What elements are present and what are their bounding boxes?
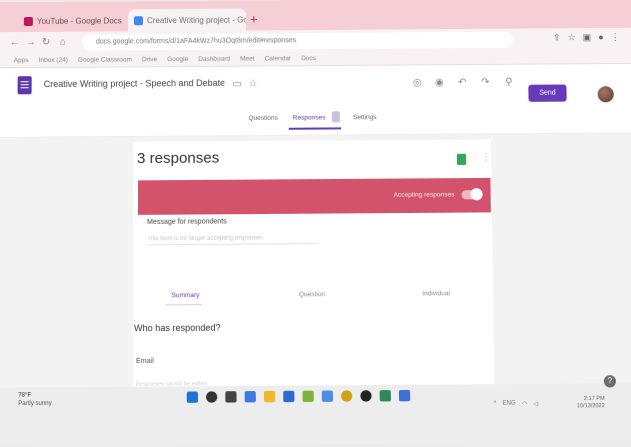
home-icon[interactable]: ⌂ xyxy=(60,37,66,48)
tray-language[interactable]: ENG xyxy=(502,401,515,408)
bookmark-item[interactable]: Inbox (24) xyxy=(39,57,68,64)
tab-individual[interactable]: Individual xyxy=(422,290,450,297)
bookmark-item[interactable]: Calendar xyxy=(265,55,291,62)
address-bar[interactable]: docs.google.com/forms/d/1aFA4kWz7hu3Oqt8… xyxy=(81,31,513,51)
forms-icon xyxy=(133,15,144,25)
weather-desc: Partly sunny xyxy=(18,400,52,408)
avatar[interactable] xyxy=(597,86,614,103)
windows-start-icon[interactable] xyxy=(186,391,198,403)
mail-icon[interactable] xyxy=(321,390,334,402)
toolbar-actions: ⇪ ☆ ▣ ● ⋮ xyxy=(553,32,620,43)
tab-question[interactable]: Question xyxy=(299,291,325,298)
reload-icon[interactable]: ↻ xyxy=(42,37,50,48)
clock-date: 10/13/2022 xyxy=(576,402,605,410)
form-tabs: Questions Responses Settings xyxy=(0,102,631,138)
back-icon[interactable]: ← xyxy=(10,37,20,48)
who-responded-heading: Who has responded? xyxy=(133,322,221,334)
share-icon[interactable]: ⇪ xyxy=(553,32,561,43)
accepting-label: Accepting responses xyxy=(393,191,455,199)
store-icon[interactable] xyxy=(302,390,314,403)
preview-icon[interactable]: ◉ xyxy=(435,77,444,88)
wifi-icon[interactable]: ◠ xyxy=(522,400,527,407)
email-label: Email xyxy=(136,357,154,366)
chrome-icon[interactable] xyxy=(341,390,353,402)
help-icon[interactable]: ? xyxy=(603,375,617,388)
widgets-icon[interactable] xyxy=(244,391,256,403)
app-icon[interactable] xyxy=(379,390,391,402)
new-tab-button[interactable]: + xyxy=(250,11,258,26)
taskbar-apps xyxy=(186,389,411,403)
tab-settings[interactable]: Settings xyxy=(353,114,377,121)
weather-widget[interactable]: 78°F Partly sunny xyxy=(18,391,52,408)
screen: YouTube - Google Docs ✕ Creative Writing… xyxy=(0,0,631,447)
chevron-up-icon[interactable]: ^ xyxy=(493,401,496,408)
bookmark-item[interactable]: Google Classroom xyxy=(78,56,132,63)
bookmark-item[interactable]: Apps xyxy=(14,57,29,64)
message-label: Message for respondents xyxy=(147,218,227,226)
bookmark-item[interactable]: Google xyxy=(167,56,188,63)
forward-icon[interactable]: → xyxy=(26,37,36,48)
accepting-toggle[interactable] xyxy=(461,190,482,200)
tab-questions[interactable]: Questions xyxy=(249,115,278,122)
file-explorer-icon[interactable] xyxy=(263,390,276,403)
profile-icon[interactable]: ● xyxy=(598,32,604,43)
weather-temp: 78°F xyxy=(18,392,32,399)
bookmark-item[interactable]: Docs xyxy=(301,55,316,62)
tab-summary[interactable]: Summary xyxy=(171,292,199,299)
link-icon[interactable]: ⚲ xyxy=(505,77,513,88)
tab-forms[interactable]: Creative Writing project - Google Forms … xyxy=(127,8,247,32)
tab-label: Creative Writing project - Google Forms xyxy=(147,14,247,25)
tab-label: YouTube - Google Docs xyxy=(36,15,122,26)
tab-responses[interactable]: Responses xyxy=(293,114,326,121)
app-icon[interactable] xyxy=(360,390,372,402)
responses-badge-icon xyxy=(331,111,340,123)
volume-icon[interactable]: ◁ xyxy=(533,400,538,407)
tab-strip: YouTube - Google Docs ✕ Creative Writing… xyxy=(0,0,631,33)
responses-count: 3 responses xyxy=(137,149,220,168)
main-area: 3 responses ⋮ Accepting responses Messag… xyxy=(0,133,631,398)
task-view-icon[interactable] xyxy=(225,391,237,403)
more-options-icon[interactable]: ⋮ xyxy=(481,152,491,163)
forms-header: Creative Writing project - Speech and De… xyxy=(0,63,631,107)
bookmark-item[interactable]: Dashboard xyxy=(198,56,230,63)
system-tray: ^ ENG ◠ ◁ xyxy=(493,400,538,408)
forms-logo-icon[interactable] xyxy=(17,76,32,95)
folder-icon[interactable]: ▭ xyxy=(232,79,242,90)
menu-icon[interactable]: ⋮ xyxy=(611,32,620,43)
taskbar: 78°F Partly sunny ? ^ ENG ◠ ◁ 2:17 PM 10 xyxy=(0,375,631,447)
star-icon[interactable]: ☆ xyxy=(248,79,257,90)
message-input[interactable]: This form is no longer accepting respons… xyxy=(147,234,319,246)
form-title[interactable]: Creative Writing project - Speech and De… xyxy=(44,78,225,89)
summary-tab-indicator xyxy=(165,304,202,306)
send-button[interactable]: Send xyxy=(528,84,567,102)
extensions-icon[interactable]: ▣ xyxy=(583,32,592,43)
palette-icon[interactable]: ◎ xyxy=(413,77,422,88)
bookmark-item[interactable]: Meet xyxy=(240,56,255,63)
star-icon[interactable]: ☆ xyxy=(568,32,576,43)
clock[interactable]: 2:17 PM 10/13/2022 xyxy=(577,396,605,411)
responses-card: 3 responses ⋮ Accepting responses Messag… xyxy=(132,139,495,398)
tab-youtube[interactable]: YouTube - Google Docs ✕ xyxy=(18,9,122,32)
undo-icon[interactable]: ↶ xyxy=(458,77,467,88)
clock-time: 2:17 PM xyxy=(583,395,605,403)
accepting-responses-banner: Accepting responses xyxy=(138,177,491,215)
search-icon[interactable] xyxy=(206,391,218,403)
edge-icon[interactable] xyxy=(283,390,295,403)
sheets-icon[interactable] xyxy=(456,153,467,165)
bookmark-item[interactable]: Drive xyxy=(142,56,157,63)
redo-icon[interactable]: ↷ xyxy=(481,77,490,88)
youtube-icon xyxy=(23,16,33,26)
app-icon[interactable] xyxy=(398,389,411,402)
active-tab-indicator xyxy=(288,127,342,130)
